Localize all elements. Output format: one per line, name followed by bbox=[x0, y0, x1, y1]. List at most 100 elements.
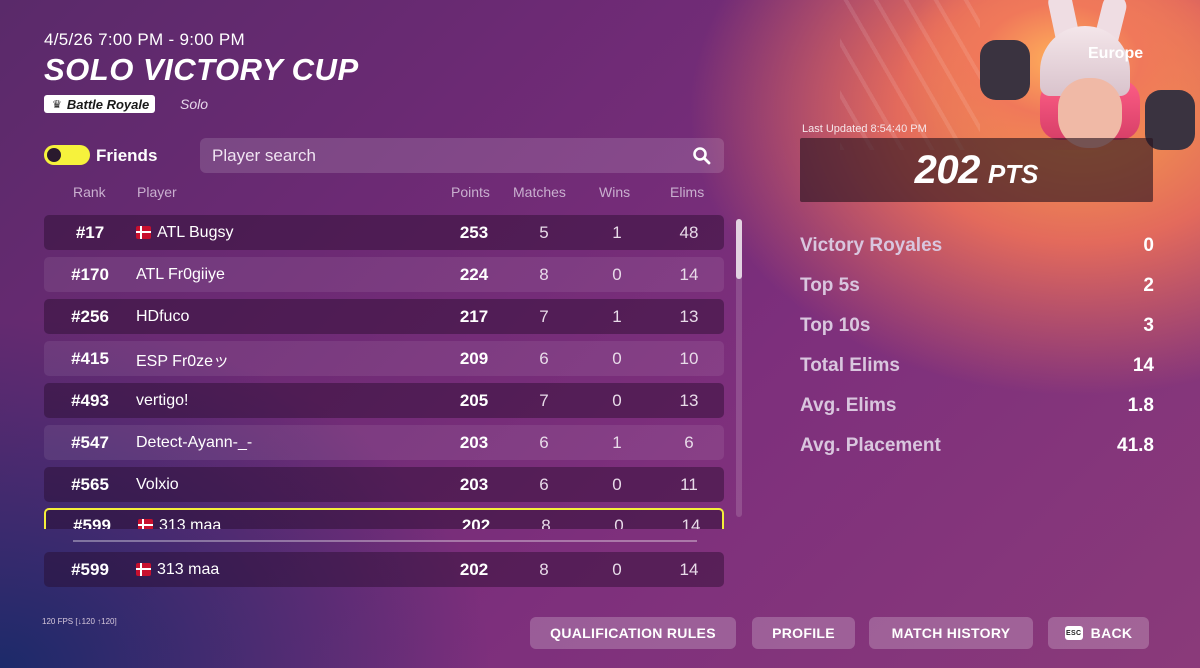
mode-type: Solo bbox=[180, 96, 209, 112]
last-updated: Last Updated 8:54:40 PM bbox=[802, 123, 927, 135]
header-matches: Matches bbox=[513, 184, 566, 200]
stat-value: 2 bbox=[1143, 275, 1154, 296]
table-row[interactable]: #17 ATL Bugsy 253 5 1 48 bbox=[44, 215, 724, 250]
player-name: vertigo! bbox=[136, 391, 189, 409]
table-row-selected[interactable]: #599 313 maa 202 8 0 14 bbox=[44, 508, 724, 529]
rank-cell: #565 bbox=[71, 474, 109, 494]
stat-value: 14 bbox=[1132, 355, 1154, 376]
denmark-flag-icon bbox=[136, 563, 151, 576]
player-cell: ATL Fr0giiye bbox=[136, 266, 225, 284]
crown-icon: ♛ bbox=[52, 98, 62, 111]
table-row[interactable]: #170 ATL Fr0giiye 224 8 0 14 bbox=[44, 257, 724, 292]
elims-cell: 14 bbox=[679, 559, 699, 579]
elims-cell: 14 bbox=[681, 515, 701, 530]
mode-badge: ♛ Battle Royale bbox=[44, 95, 156, 113]
mode-label: Battle Royale bbox=[66, 96, 150, 112]
header-elims: Elims bbox=[670, 184, 705, 200]
table-row[interactable]: #547 Detect-Ayann-_- 203 6 1 6 bbox=[44, 425, 724, 460]
stat-value: 3 bbox=[1143, 315, 1154, 336]
points-total: 202 bbox=[914, 148, 981, 192]
rank-cell: #256 bbox=[71, 306, 109, 326]
fps-counter: 120 FPS [↓120 ↑120] bbox=[42, 617, 117, 626]
player-cell: ESP Fr0zeッ bbox=[136, 347, 229, 371]
match-history-button[interactable]: MATCH HISTORY bbox=[869, 617, 1033, 649]
rank-cell: #599 bbox=[73, 515, 111, 530]
search-icon[interactable] bbox=[692, 146, 712, 166]
stat-label: Top 10s bbox=[800, 315, 871, 336]
header-rank: Rank bbox=[73, 184, 106, 200]
stat-avg-placement: Avg. Placement 41.8 bbox=[800, 426, 1154, 466]
player-name: Volxio bbox=[136, 475, 179, 493]
stat-label: Total Elims bbox=[800, 355, 900, 376]
toggle-knob bbox=[47, 148, 61, 162]
rank-cell: #493 bbox=[71, 390, 109, 410]
player-name: HDfuco bbox=[136, 307, 190, 325]
stat-value: 1.8 bbox=[1127, 395, 1154, 416]
elims-cell: 6 bbox=[684, 432, 694, 452]
back-button[interactable]: ESC BACK bbox=[1048, 617, 1149, 649]
player-cell: Volxio bbox=[136, 476, 179, 494]
player-name: Detect-Ayann-_- bbox=[136, 433, 253, 451]
friends-toggle[interactable] bbox=[44, 145, 90, 165]
qualification-rules-button[interactable]: QUALIFICATION RULES bbox=[530, 617, 736, 649]
elims-cell: 13 bbox=[679, 390, 699, 410]
header-points: Points bbox=[451, 184, 490, 200]
player-cell: ATL Bugsy bbox=[136, 224, 233, 242]
header-wins: Wins bbox=[599, 184, 631, 200]
stat-top-10s: Top 10s 3 bbox=[800, 306, 1154, 346]
esc-key-icon: ESC bbox=[1064, 626, 1083, 640]
rank-cell: #170 bbox=[71, 264, 109, 284]
player-cell: 313 maa bbox=[136, 561, 219, 579]
stat-total-elims: Total Elims 14 bbox=[800, 346, 1154, 386]
player-name: ATL Fr0giiye bbox=[136, 265, 225, 283]
list-scrollbar[interactable] bbox=[736, 219, 742, 517]
stat-value: 41.8 bbox=[1117, 435, 1154, 456]
back-label: BACK bbox=[1090, 625, 1133, 641]
player-search-input[interactable] bbox=[212, 145, 692, 166]
elims-cell: 11 bbox=[680, 474, 698, 494]
region-label: Europe bbox=[1088, 45, 1144, 62]
points-unit: PTS bbox=[987, 159, 1039, 189]
elims-cell: 48 bbox=[679, 222, 699, 242]
stats-panel: Victory Royales 0 Top 5s 2 Top 10s 3 Total … bbox=[800, 226, 1154, 466]
denmark-flag-icon bbox=[136, 226, 151, 239]
player-name: ATL Bugsy bbox=[157, 223, 234, 241]
divider bbox=[73, 540, 697, 542]
table-row[interactable]: #565 Volxio 203 6 0 11 bbox=[44, 467, 724, 502]
elims-cell: 14 bbox=[679, 264, 699, 284]
player-search-box[interactable] bbox=[200, 138, 724, 173]
stat-label: Victory Royales bbox=[800, 235, 943, 256]
player-cell: Detect-Ayann-_- bbox=[136, 434, 252, 452]
stat-label: Avg. Placement bbox=[800, 435, 941, 456]
table-row[interactable]: #415 ESP Fr0zeッ 209 6 0 10 bbox=[44, 341, 724, 376]
profile-button[interactable]: PROFILE bbox=[752, 617, 855, 649]
rank-cell: #599 bbox=[71, 559, 109, 579]
player-name: 313 maa bbox=[157, 560, 220, 578]
stat-label: Avg. Elims bbox=[800, 395, 897, 416]
stat-avg-elims: Avg. Elims 1.8 bbox=[800, 386, 1154, 426]
table-row[interactable]: #493 vertigo! 205 7 0 13 bbox=[44, 383, 724, 418]
friends-label: Friends bbox=[96, 146, 158, 165]
scrollbar-thumb[interactable] bbox=[736, 219, 742, 279]
player-cell: vertigo! bbox=[136, 392, 188, 410]
rank-cell: #415 bbox=[71, 348, 109, 368]
event-timeframe: 4/5/26 7:00 PM - 9:00 PM bbox=[44, 30, 245, 49]
stat-label: Top 5s bbox=[800, 275, 860, 296]
player-name: 313 maa bbox=[159, 516, 222, 530]
denmark-flag-icon bbox=[138, 519, 153, 529]
elims-cell: 10 bbox=[679, 348, 699, 368]
stat-victory-royales: Victory Royales 0 bbox=[800, 226, 1154, 266]
leaderboard-list[interactable]: #17 ATL Bugsy 253 5 1 48 #170 ATL Fr0gii… bbox=[44, 215, 724, 529]
stat-top-5s: Top 5s 2 bbox=[800, 266, 1154, 306]
player-cell: HDfuco bbox=[136, 308, 189, 326]
page-title: SOLO VICTORY CUP bbox=[44, 52, 359, 87]
rank-cell: #547 bbox=[71, 432, 109, 452]
points-total-box: 202 PTS bbox=[800, 138, 1153, 202]
header-player: Player bbox=[137, 184, 177, 200]
rank-cell: #17 bbox=[75, 222, 105, 242]
player-name: ESP Fr0zeッ bbox=[136, 352, 230, 370]
table-row[interactable]: #256 HDfuco 217 7 1 13 bbox=[44, 299, 724, 334]
my-rank-row[interactable]: #599 313 maa 202 8 0 14 bbox=[44, 552, 724, 587]
stat-value: 0 bbox=[1143, 235, 1154, 256]
player-cell: 313 maa bbox=[138, 516, 222, 530]
